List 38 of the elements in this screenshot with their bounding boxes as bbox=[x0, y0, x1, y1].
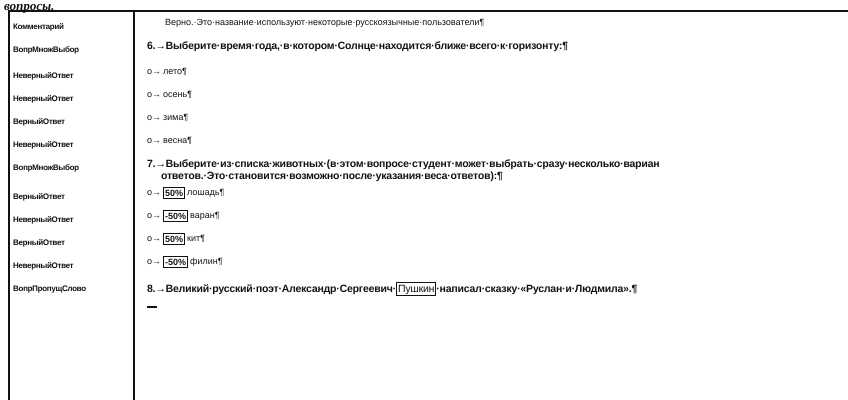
end-of-document-mark bbox=[147, 306, 157, 308]
style-name: НеверныйОтвет bbox=[13, 94, 74, 103]
question-text: ответов.·Это·становится·возможно·после·указания·веса·ответов):¶ bbox=[160, 170, 504, 182]
style-name: ВопрПропущСлово bbox=[13, 284, 86, 293]
style-name: ВерныйОтвет bbox=[13, 117, 65, 126]
bullet-mark: о→ bbox=[147, 210, 162, 220]
style-name: НеверныйОтвет bbox=[13, 140, 74, 149]
weight-field[interactable]: -50% bbox=[163, 256, 188, 268]
bullet-mark: о→ bbox=[147, 187, 162, 197]
bullet-mark: о→ bbox=[147, 89, 162, 99]
style-name: Комментарий bbox=[13, 22, 64, 31]
style-name: ВерныйОтвет bbox=[13, 238, 65, 247]
answer-option: весна¶ bbox=[163, 135, 192, 145]
question-text: 8.→Великий·русский·поэт·Александр·Сергеевич· Пушкин ·написал·сказку·«Руслан·и·Людмила».¶ bbox=[147, 281, 638, 295]
weight-field[interactable]: -50% bbox=[163, 210, 188, 222]
comment-text: Верно.·Это·название·используют·некоторые·русскоязычные·пользователи¶ bbox=[164, 17, 484, 27]
style-name: ВопрМножВыбор bbox=[13, 45, 79, 54]
answer-option: зима¶ bbox=[163, 112, 188, 122]
answer-option: филин¶ bbox=[190, 256, 223, 266]
answer-option: осень¶ bbox=[163, 89, 192, 99]
style-name: ВерныйОтвет bbox=[13, 192, 65, 201]
answer-option: лето¶ bbox=[163, 66, 187, 76]
answer-option: варан¶ bbox=[190, 210, 220, 220]
answer-option: кит¶ bbox=[187, 233, 205, 243]
question-text: 7.→Выберите·из·списка·животных·(в·этом·вопросе·студент·может·выбрать·сразу·несколько·вариан bbox=[147, 158, 660, 170]
style-name: ВопрМножВыбор bbox=[13, 163, 79, 172]
style-name: НеверныйОтвет bbox=[13, 261, 74, 270]
bullet-mark: о→ bbox=[147, 233, 162, 243]
style-name: НеверныйОтвет bbox=[13, 215, 74, 224]
weight-field[interactable]: 50% bbox=[163, 233, 186, 245]
bullet-mark: о→ bbox=[147, 66, 162, 76]
answer-option: лошадь¶ bbox=[187, 187, 224, 197]
style-name: НеверныйОтвет bbox=[13, 71, 74, 80]
question-text: 6.→Выберите·время·года,·в·котором·Солнце·находится·ближе·всего·к·горизонту:¶ bbox=[147, 40, 568, 52]
bullet-mark: о→ bbox=[147, 112, 162, 122]
bullet-mark: о→ bbox=[147, 256, 162, 266]
bullet-mark: о→ bbox=[147, 135, 162, 145]
weight-field[interactable]: 50% bbox=[163, 187, 186, 199]
